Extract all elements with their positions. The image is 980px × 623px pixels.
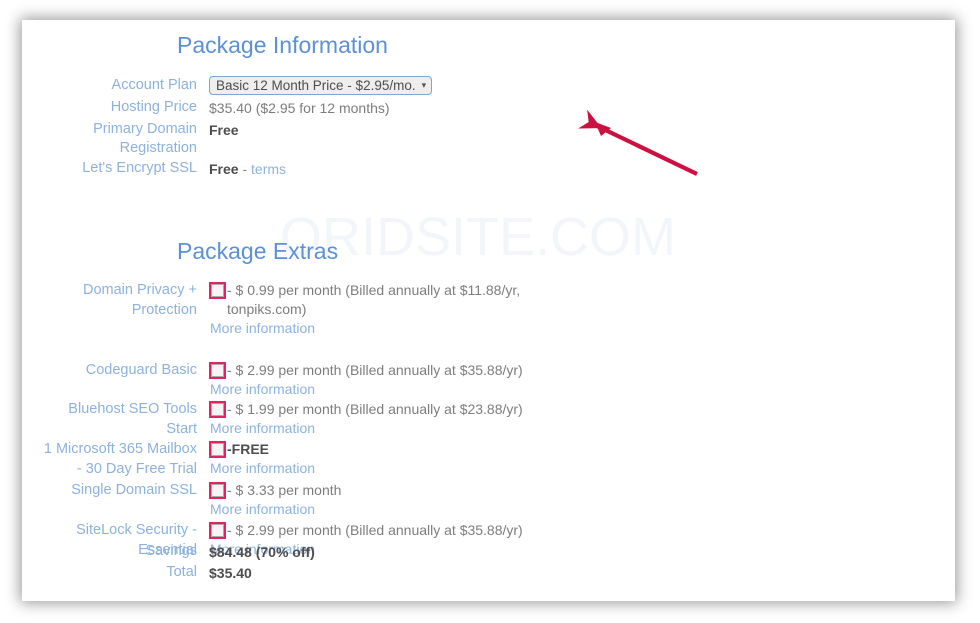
highlight-box-codeguard-basic [209,362,226,379]
row-lets-encrypt-ssl: Let's Encrypt SSL Free - terms [22,159,286,179]
extra-row-single-domain-ssl: Single Domain SSL - $ 3.33 per month Mor… [22,481,341,520]
hosting-price-label: Hosting Price [110,99,197,115]
savings-label: Savings [145,543,197,559]
lets-encrypt-ssl-value: Free - terms [209,159,286,179]
row-total: Total $35.40 [22,563,252,583]
account-plan-select[interactable]: Basic 12 Month Price - $2.95/mo. ▾ [209,76,433,95]
extra-price-codeguard-basic: - $ 2.99 per month (Billed annually at $… [227,362,523,378]
highlight-box-microsoft-365-mailbox [209,441,226,458]
row-hosting-price: Hosting Price $35.40 ($2.95 for 12 month… [22,98,390,118]
more-information-link-single-domain-ssl[interactable]: More information [209,500,341,520]
extra-label-bluehost-seo-tools: Bluehost SEO Tools Start [68,401,197,437]
total-label: Total [166,564,197,580]
watermark-text: ORIDSITE.COM [280,207,677,267]
extra-label-domain-privacy: Domain Privacy + Protection [82,282,197,318]
chevron-down-icon: ▾ [421,80,427,90]
row-account-plan: Account Plan Basic 12 Month Price - $2.9… [22,76,433,95]
highlight-box-sitelock-security [209,522,226,539]
order-summary-card: ORIDSITE.COM Package Information Account… [22,20,955,601]
total-value: $35.40 [209,565,252,581]
extra-label-codeguard-basic: Codeguard Basic [85,362,197,378]
more-information-link-domain-privacy[interactable]: More information [209,319,557,339]
checkbox-codeguard-basic[interactable] [211,364,224,377]
lets-encrypt-ssl-free-text: Free [209,161,239,177]
extra-row-codeguard-basic: Codeguard Basic - $ 2.99 per month (Bill… [22,361,523,400]
extra-body-single-domain-ssl: - $ 3.33 per month More information [209,481,341,520]
highlight-box-single-domain-ssl [209,482,226,499]
highlight-box-domain-privacy [209,282,226,299]
extra-body-microsoft-365-mailbox: -FREE More information [209,440,315,479]
lets-encrypt-terms-link[interactable]: terms [251,161,286,177]
primary-domain-registration-label: Primary Domain Registration [93,121,197,156]
checkbox-domain-privacy[interactable] [211,284,224,297]
primary-domain-registration-value: Free [209,122,239,138]
checkbox-microsoft-365-mailbox[interactable] [211,443,224,456]
savings-value: $84.48 (70% off) [209,544,315,560]
highlight-box-bluehost-seo-tools [209,401,226,418]
row-savings: Savings $84.48 (70% off) [22,542,315,562]
extra-price-sitelock-security: - $ 2.99 per month (Billed annually at $… [227,522,523,538]
extra-body-bluehost-seo-tools: - $ 1.99 per month (Billed annually at $… [209,400,523,439]
lets-encrypt-ssl-separator: - [238,161,252,177]
hosting-price-value: $35.40 ($2.95 for 12 months) [209,100,390,116]
checkbox-bluehost-seo-tools[interactable] [211,403,224,416]
lets-encrypt-ssl-label: Let's Encrypt SSL [82,160,197,176]
screenshot-root: ORIDSITE.COM Package Information Account… [0,0,980,623]
extra-row-domain-privacy: Domain Privacy + Protection - $ 0.99 per… [22,281,557,339]
extra-price-single-domain-ssl: - $ 3.33 per month [227,482,342,498]
checkbox-sitelock-security[interactable] [211,524,224,537]
extra-label-single-domain-ssl: Single Domain SSL [71,482,197,498]
extra-label-microsoft-365-mailbox: 1 Microsoft 365 Mailbox - 30 Day Free Tr… [43,441,197,477]
package-extras-title: Package Extras [177,238,339,264]
more-information-link-codeguard-basic[interactable]: More information [209,380,523,400]
package-information-title: Package Information [177,32,388,58]
extra-row-microsoft-365-mailbox: 1 Microsoft 365 Mailbox - 30 Day Free Tr… [22,440,315,479]
account-plan-select-value: Basic 12 Month Price - $2.95/mo. [216,78,416,93]
more-information-link-bluehost-seo-tools[interactable]: More information [209,419,523,439]
extra-price-microsoft-365-mailbox: -FREE [227,441,269,457]
extra-row-bluehost-seo-tools: Bluehost SEO Tools Start - $ 1.99 per mo… [22,400,523,439]
extra-body-codeguard-basic: - $ 2.99 per month (Billed annually at $… [209,361,523,400]
extra-price-domain-privacy: - $ 0.99 per month (Billed annually at $… [227,282,521,317]
extra-price-bluehost-seo-tools: - $ 1.99 per month (Billed annually at $… [227,401,523,417]
row-primary-domain-registration: Primary Domain Registration Free [22,120,239,158]
more-information-link-microsoft-365-mailbox[interactable]: More information [209,459,315,479]
checkbox-single-domain-ssl[interactable] [211,484,224,497]
extra-body-domain-privacy: - $ 0.99 per month (Billed annually at $… [209,281,557,339]
account-plan-label: Account Plan [111,77,197,93]
annotation-arrow-icon [578,110,698,176]
